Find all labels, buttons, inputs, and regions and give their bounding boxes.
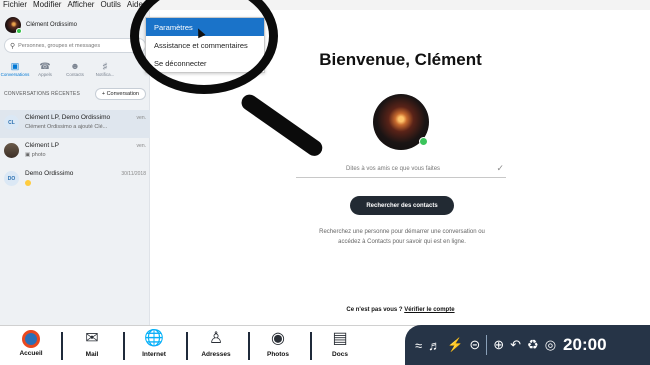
profile-avatar[interactable] xyxy=(373,94,429,150)
preview-text: photo xyxy=(31,152,46,158)
search-icon: ⚲ xyxy=(10,42,16,50)
tab-appels[interactable]: ☎ Appels xyxy=(30,58,60,80)
help-text: Recherchez une personne pour démarrer un… xyxy=(319,229,485,245)
emoji-icon xyxy=(25,180,31,186)
not-you-line: Ce n'est pas vous ? Vérifier le compte xyxy=(151,307,650,313)
list-item[interactable]: Clément LP ▣ photo ven. xyxy=(0,138,150,166)
bell-icon: ♯ xyxy=(102,61,108,71)
globe-icon: 🌐 xyxy=(144,330,164,347)
menu-afficher[interactable]: Afficher xyxy=(64,0,97,10)
divider xyxy=(61,332,63,360)
taskbar-label: Photos xyxy=(266,351,290,358)
online-status-icon xyxy=(419,137,428,146)
list-item[interactable]: DO Demo Ordissimo 30/11/2018 xyxy=(0,166,150,194)
menu-outils[interactable]: Outils xyxy=(97,0,123,10)
menu-fichier[interactable]: Fichier xyxy=(0,0,30,10)
conversation-date: ven. xyxy=(136,143,146,149)
taskbar-label: Docs xyxy=(332,351,348,358)
taskbar-label: Accueil xyxy=(19,350,43,357)
wifi-icon[interactable]: ≈ xyxy=(415,338,422,353)
divider xyxy=(486,335,488,355)
zoom-in-icon[interactable]: ⊕ xyxy=(493,337,504,353)
zoom-out-icon[interactable]: ⊝ xyxy=(469,337,480,353)
taskbar-internet[interactable]: 🌐 Internet xyxy=(131,329,177,363)
volume-icon[interactable]: ♬ xyxy=(428,338,441,353)
conversation-name: Demo Ordissimo xyxy=(25,170,74,177)
tab-label: Contacts xyxy=(66,72,84,77)
taskbar-docs[interactable]: ▤ Docs xyxy=(317,329,363,363)
list-item[interactable]: CL Clément LP, Demo Ordissimo Clément Or… xyxy=(0,110,150,138)
tab-label: Appels xyxy=(38,72,52,77)
taskbar-mail[interactable]: ✉ Mail xyxy=(69,329,115,363)
profile[interactable]: Clément Ordissimo xyxy=(5,17,78,34)
conversation-preview xyxy=(25,180,31,188)
search-contacts-button[interactable]: Rechercher des contacts xyxy=(350,196,454,215)
taskbar-accueil[interactable]: Accueil xyxy=(8,329,54,363)
avatar: DO xyxy=(4,171,19,186)
conversation-list: CL Clément LP, Demo Ordissimo Clément Or… xyxy=(0,110,150,194)
chat-icon: ▣ xyxy=(10,61,20,71)
taskbar-label: Internet xyxy=(142,351,166,358)
taskbar-label: Adresses xyxy=(201,351,231,358)
tab-notifications[interactable]: ♯ Notifica... xyxy=(90,58,120,80)
taskbar-photos[interactable]: ◉ Photos xyxy=(255,329,301,363)
menu-modifier[interactable]: Modifier xyxy=(30,0,64,10)
online-status-icon xyxy=(16,28,22,34)
divider xyxy=(186,332,188,360)
mood-field[interactable]: Dites à vos amis ce que vous faites ✓ xyxy=(296,160,506,178)
trash-icon[interactable]: ♻ xyxy=(527,337,539,353)
verify-account-link[interactable]: Vérifier le compte xyxy=(404,307,454,313)
taskbar-adresses[interactable]: ♙ Adresses xyxy=(193,329,239,363)
search-input[interactable] xyxy=(18,42,139,49)
tab-contacts[interactable]: ☻ Contacts xyxy=(60,58,90,80)
taskbar-label: Mail xyxy=(85,351,99,358)
conversation-name: Clément LP xyxy=(25,142,59,149)
conversation-preview: ▣ photo xyxy=(25,152,46,158)
help-lifebuoy-icon[interactable]: ◎ xyxy=(545,337,556,353)
camera-icon: ◉ xyxy=(271,330,285,347)
phone-icon: ☎ xyxy=(39,61,51,71)
divider xyxy=(310,332,312,360)
avatar xyxy=(4,143,19,158)
nav-tabs: ▣ Conversations ☎ Appels ☻ Contacts ♯ No… xyxy=(0,58,150,80)
system-tray: ≈ ♬ ⚡ ⊝ ⊕ ↶ ♻ ◎ 20:00 xyxy=(405,325,650,365)
divider xyxy=(248,332,250,360)
battery-icon[interactable]: ⚡ xyxy=(447,337,463,353)
undo-icon[interactable]: ↶ xyxy=(510,337,521,353)
tab-conversations[interactable]: ▣ Conversations xyxy=(0,58,30,80)
avatar: CL xyxy=(4,115,19,130)
mail-icon: ✉ xyxy=(85,330,99,347)
home-logo-icon xyxy=(22,330,40,348)
image-icon: ▣ xyxy=(25,152,32,158)
new-conversation-label: Conversation xyxy=(106,91,139,97)
address-book-icon: ♙ xyxy=(208,330,224,347)
tab-label: Notifica... xyxy=(95,72,115,77)
search-box: ⚲ xyxy=(4,38,146,53)
menu-bar: Fichier Modifier Afficher Outils Aide xyxy=(0,0,650,10)
profile-name: Clément Ordissimo xyxy=(26,22,78,28)
conversation-preview: Clément Ordissimo a ajouté Clé... xyxy=(25,124,108,130)
divider xyxy=(123,332,125,360)
tab-label: Conversations xyxy=(0,72,30,77)
documents-icon: ▤ xyxy=(332,330,348,347)
conversation-date: 30/11/2018 xyxy=(121,171,146,177)
contacts-icon: ☻ xyxy=(70,61,80,71)
mood-placeholder: Dites à vos amis ce que vous faites xyxy=(346,165,441,172)
new-conversation-button[interactable]: + Conversation xyxy=(94,88,146,100)
conversation-name: Clément LP, Demo Ordissimo xyxy=(25,114,111,121)
clock: 20:00 xyxy=(563,335,607,354)
not-you-text: Ce n'est pas vous ? xyxy=(346,307,403,313)
avatar[interactable] xyxy=(5,17,22,34)
checkmark-icon[interactable]: ✓ xyxy=(496,163,504,174)
section-title[interactable]: CONVERSATIONS RÉCENTES xyxy=(4,91,80,97)
sidebar: Clément Ordissimo ⚲ ▣ Conversations ☎ Ap… xyxy=(0,10,150,325)
recent-conversations-header: CONVERSATIONS RÉCENTES + Conversation xyxy=(0,86,150,102)
conversation-date: ven. xyxy=(136,115,146,121)
